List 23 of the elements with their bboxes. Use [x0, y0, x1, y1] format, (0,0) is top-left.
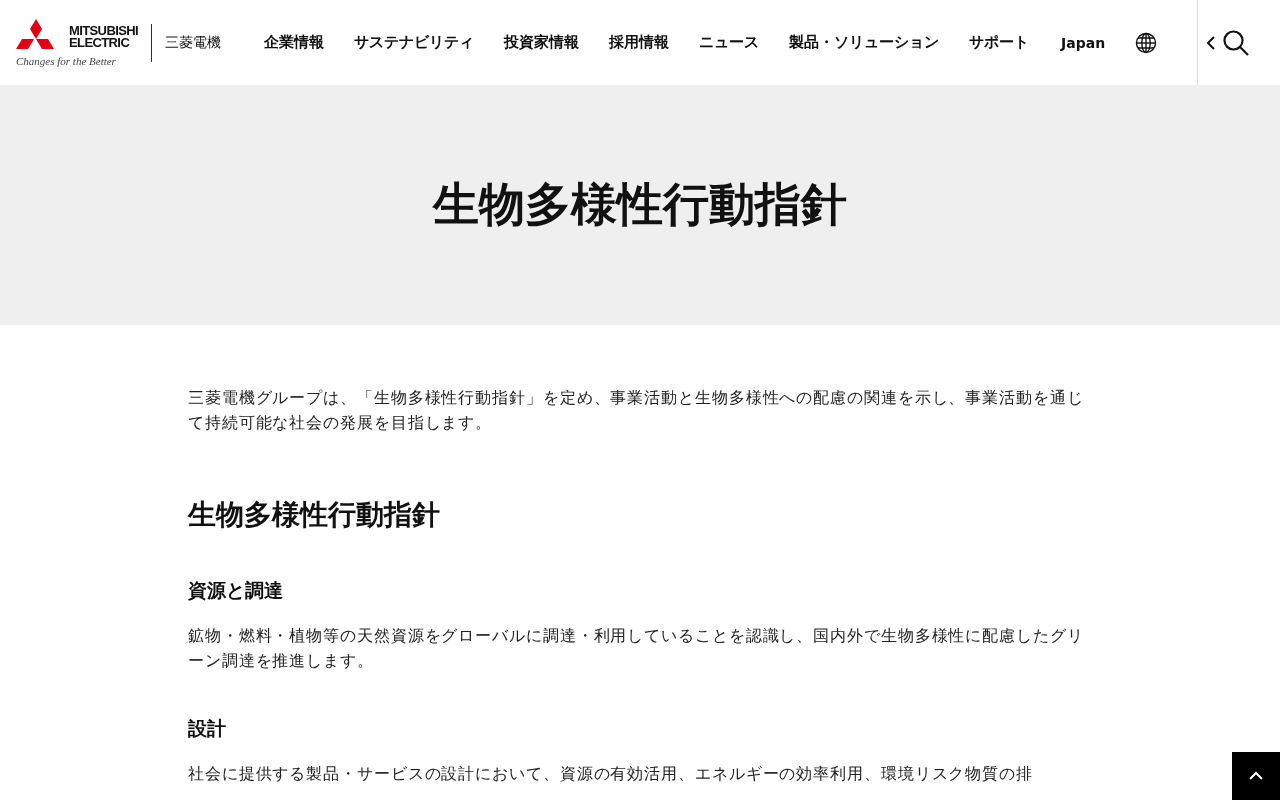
company-name: 三菱電機	[165, 33, 223, 52]
intro-paragraph: 三菱電機グループは、「生物多様性行動指針」を定め、事業活動と生物多様性への配慮の関連を示し、事業活動を通じて持続可能な社会の発展を目指します。	[188, 387, 1085, 434]
brand-name: ELECTRIC	[68, 36, 130, 49]
body-paragraph: 鉱物・燃料・植物等の天然資源をグローバルに調達・利用していることを認識し、国内外で生物多様性に配慮したグリーン調達を推進します。	[188, 625, 1085, 672]
nav-link[interactable]: サポート	[969, 33, 1029, 52]
nav-link[interactable]: サステナビリティ	[354, 33, 474, 52]
brand-name: MITSUBISHI	[68, 24, 140, 37]
subsection-heading: 資源と調達	[188, 578, 284, 603]
nav-link[interactable]: 採用情報	[609, 33, 669, 52]
nav-link[interactable]: 投資家情報	[504, 33, 579, 52]
nav-link[interactable]: 製品・ソリューション	[789, 33, 939, 52]
body-paragraph: 社会に提供する製品・サービスの設計において、資源の有効活用、エネルギーの効率利用、環境リスク物質の排	[188, 763, 1034, 785]
page-title: 生物多様性行動指針	[433, 176, 847, 233]
globe-icon[interactable]	[1135, 31, 1158, 54]
nav-link[interactable]: ニュース	[699, 33, 759, 52]
nav-link[interactable]: 企業情報	[264, 33, 324, 52]
chevron-left-icon[interactable]	[1206, 34, 1216, 51]
subsection-heading: 設計	[188, 716, 227, 741]
tagline: Changes for the Better	[16, 54, 117, 67]
region-link[interactable]: Japan	[1061, 34, 1106, 51]
section-heading: 生物多様性行動指針	[188, 497, 441, 533]
search-icon[interactable]	[1222, 28, 1250, 57]
chevron-up-icon	[1248, 771, 1264, 781]
